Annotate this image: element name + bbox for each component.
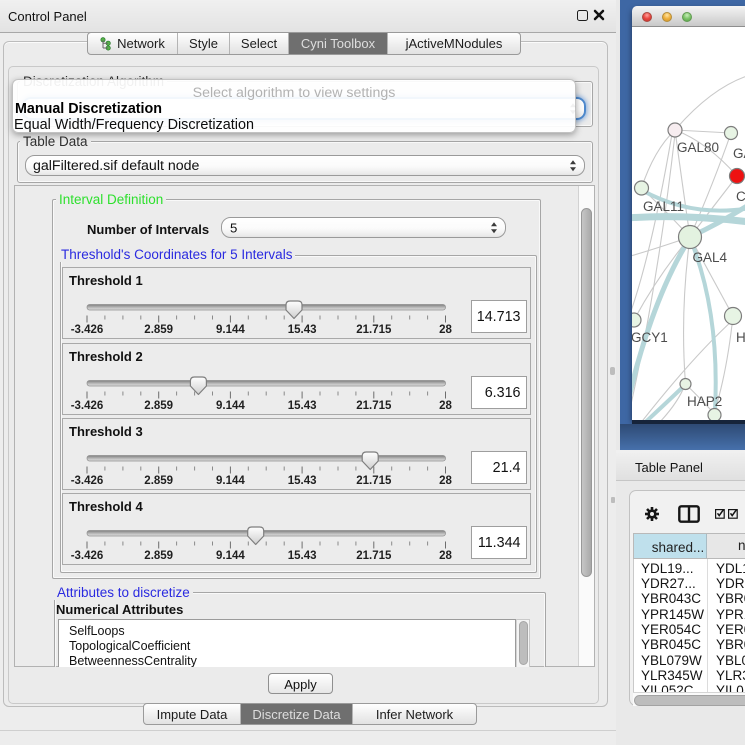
svg-text:15.43: 15.43 (288, 475, 317, 485)
svg-text:9.144: 9.144 (216, 324, 245, 334)
svg-text:2.859: 2.859 (144, 475, 173, 485)
svg-text:9.144: 9.144 (216, 475, 245, 485)
svg-text:2.859: 2.859 (144, 324, 173, 334)
svg-text:GCY1: GCY1 (632, 330, 668, 345)
svg-text:2.859: 2.859 (144, 550, 173, 560)
svg-text:H: H (736, 330, 745, 345)
svg-text:-3.426: -3.426 (71, 475, 104, 485)
svg-text:15.43: 15.43 (288, 324, 317, 334)
svg-text:21.715: 21.715 (356, 475, 392, 485)
svg-text:28: 28 (439, 324, 452, 334)
svg-text:-3.426: -3.426 (71, 324, 104, 334)
svg-text:9.144: 9.144 (216, 400, 245, 410)
svg-text:GA: GA (733, 146, 745, 161)
svg-text:15.43: 15.43 (288, 550, 317, 560)
svg-text:-3.426: -3.426 (71, 400, 104, 410)
svg-text:28: 28 (439, 550, 452, 560)
svg-text:-3.426: -3.426 (71, 550, 104, 560)
svg-text:21.715: 21.715 (356, 324, 392, 334)
svg-text:9.144: 9.144 (216, 550, 245, 560)
svg-text:21.715: 21.715 (356, 550, 392, 560)
svg-text:C: C (736, 189, 745, 204)
svg-text:GAL11: GAL11 (643, 199, 684, 214)
svg-text:21.715: 21.715 (356, 400, 392, 410)
svg-text:2.859: 2.859 (144, 400, 173, 410)
svg-text:HAP2: HAP2 (687, 394, 722, 409)
svg-text:GAL80: GAL80 (677, 140, 719, 155)
svg-text:28: 28 (439, 400, 452, 410)
svg-text:GAL4: GAL4 (693, 250, 728, 265)
svg-text:28: 28 (439, 475, 452, 485)
svg-text:15.43: 15.43 (288, 400, 317, 410)
